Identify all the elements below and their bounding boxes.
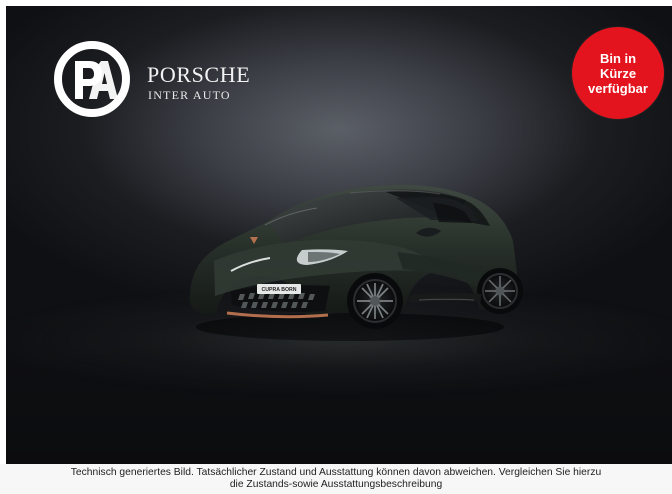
front-wheel-icon <box>347 273 403 329</box>
license-plate-text: CUPRA BORN <box>262 287 297 293</box>
image-disclaimer: Technisch generiertes Bild. Tatsächliche… <box>0 464 672 494</box>
dealer-name: PORSCHE <box>147 62 251 87</box>
image-disclaimer-line-1: Technisch generiertes Bild. Tatsächliche… <box>70 467 602 478</box>
availability-badge-line-2: Kürze <box>599 65 637 81</box>
availability-badge-line-1: Bin in <box>599 50 637 66</box>
page: PORSCHE INTER AUTO Bin in Kürze verfügba… <box>0 0 672 494</box>
rear-wheel-icon <box>477 268 523 314</box>
image-disclaimer-line-2: die Zustands-sowie Ausstattungsbeschreib… <box>229 479 443 490</box>
cupra-born-car: CUPRA BORN <box>174 168 532 348</box>
car-illustration: CUPRA BORN <box>189 184 523 341</box>
availability-badge: Bin in Kürze verfügbar <box>572 27 664 119</box>
vehicle-hero-image: PORSCHE INTER AUTO Bin in Kürze verfügba… <box>6 6 672 464</box>
dealer-branding: PORSCHE INTER AUTO <box>52 39 302 123</box>
dealer-subtitle: INTER AUTO <box>148 88 231 102</box>
availability-badge-line-3: verfügbar <box>588 80 648 96</box>
pia-logo-icon <box>54 41 130 117</box>
